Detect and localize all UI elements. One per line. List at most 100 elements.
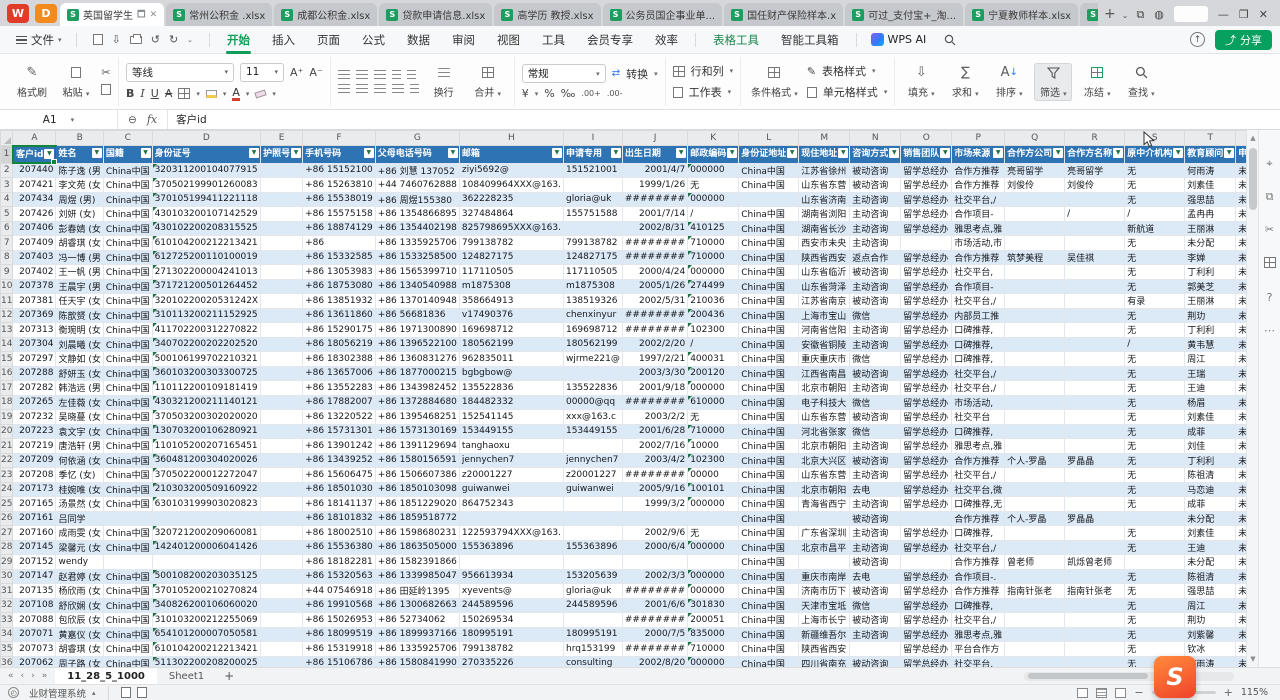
- cell-style-button[interactable]: 单元格样式▾: [807, 84, 888, 100]
- column-header-A[interactable]: A: [13, 131, 56, 146]
- cell[interactable]: [261, 163, 303, 178]
- column-header-H[interactable]: H: [459, 131, 563, 146]
- cell[interactable]: 153205639: [563, 569, 622, 584]
- cell[interactable]: China中国: [103, 381, 152, 396]
- cell[interactable]: 无: [1125, 439, 1185, 454]
- cell[interactable]: 平台合作方: [952, 642, 1005, 657]
- cell[interactable]: 00000@qq: [563, 395, 622, 410]
- cell[interactable]: 舒欣娴 (女: [56, 598, 103, 613]
- cell[interactable]: 王晨宇 (男: [56, 279, 103, 294]
- cell[interactable]: 274499: [688, 279, 739, 294]
- cell[interactable]: 210303200509160922: [152, 482, 261, 497]
- column-header-J[interactable]: J: [622, 131, 687, 146]
- cell[interactable]: 340702200202202520: [152, 337, 261, 352]
- menu-tab-页面[interactable]: 页面: [306, 28, 351, 52]
- cell[interactable]: 未分配: [1236, 540, 1246, 555]
- cell[interactable]: 山东省菏泽: [799, 279, 850, 294]
- cell[interactable]: 340826200106060020: [152, 598, 261, 613]
- cell[interactable]: +86 13053983: [303, 265, 376, 280]
- cell[interactable]: 1997/2/21: [622, 352, 687, 367]
- cell[interactable]: 654101200007050581: [152, 627, 261, 642]
- cell[interactable]: 207152: [13, 555, 56, 570]
- cell[interactable]: 包欣辰 (女: [56, 613, 103, 628]
- cell[interactable]: ########: [622, 468, 687, 483]
- cell[interactable]: +86 1360831276: [375, 352, 459, 367]
- cell[interactable]: 2005/9/16: [622, 482, 687, 497]
- table-header-cell[interactable]: 教育顾问▼: [1185, 146, 1236, 164]
- cell[interactable]: 310113200211152925: [152, 308, 261, 323]
- cell[interactable]: 360481200304020026: [152, 453, 261, 468]
- cell[interactable]: China中国: [739, 294, 799, 309]
- cell[interactable]: 袁文宇 (女: [56, 424, 103, 439]
- cell[interactable]: /: [688, 337, 739, 352]
- cell[interactable]: 未分配: [1236, 192, 1246, 207]
- cell[interactable]: 无: [1125, 424, 1185, 439]
- table-header-cell[interactable]: 邮政编码▼: [688, 146, 739, 164]
- cell[interactable]: 000000: [688, 497, 739, 512]
- cell[interactable]: ########: [622, 323, 687, 338]
- paste-button[interactable]: 粘贴 ▾: [57, 63, 95, 101]
- document-tab[interactable]: S可过_支付宝+_淘...: [845, 3, 963, 26]
- add-sheet-button[interactable]: +: [216, 669, 242, 683]
- cell[interactable]: 口碑推荐,: [952, 526, 1005, 541]
- cell[interactable]: 强思喆: [1185, 192, 1236, 207]
- row-header-17[interactable]: 17: [1, 381, 13, 396]
- cell[interactable]: 留学总经办: [901, 279, 952, 294]
- cell[interactable]: China中国: [739, 468, 799, 483]
- filter-dropdown-icon[interactable]: ▼: [249, 148, 259, 158]
- cell[interactable]: 未分配: [1236, 163, 1246, 178]
- cell[interactable]: China中国: [739, 584, 799, 599]
- cell[interactable]: 留学总经办: [901, 410, 952, 425]
- cell[interactable]: China中国: [739, 395, 799, 410]
- cell[interactable]: China中国: [739, 453, 799, 468]
- cell[interactable]: 未分配: [1236, 294, 1246, 309]
- cell[interactable]: 指南针张老: [1065, 584, 1125, 599]
- cell[interactable]: ########: [622, 308, 687, 323]
- cell[interactable]: 未分配: [1236, 497, 1246, 512]
- column-header-N[interactable]: N: [850, 131, 901, 146]
- cell[interactable]: 李文苑 (女: [56, 178, 103, 193]
- table-style-button[interactable]: ✎ 表格样式▾: [807, 63, 888, 79]
- cell[interactable]: China中国: [103, 163, 152, 178]
- cell[interactable]: tanghaoxu: [459, 439, 563, 454]
- table-header-cell[interactable]: 手机号码▼: [303, 146, 376, 164]
- filter-dropdown-icon[interactable]: ▼: [1053, 148, 1063, 158]
- cell[interactable]: 微信: [850, 308, 901, 323]
- align-right-icon[interactable]: [374, 84, 386, 93]
- cell[interactable]: [1065, 323, 1125, 338]
- cell[interactable]: ziyi5692@: [459, 163, 563, 178]
- cell[interactable]: 上海市长宁: [799, 613, 850, 628]
- cell[interactable]: +86 1580156591: [375, 453, 459, 468]
- cell[interactable]: +86 田延岭1395: [375, 584, 459, 599]
- cell[interactable]: +86: [303, 236, 376, 251]
- cell[interactable]: 000000: [688, 381, 739, 396]
- cell[interactable]: China中国: [103, 352, 152, 367]
- table-header-cell[interactable]: 姓名▼: [56, 146, 103, 164]
- cell[interactable]: z20001227: [459, 468, 563, 483]
- row-header-6[interactable]: 6: [1, 221, 13, 236]
- cell[interactable]: 未分配: [1236, 511, 1246, 526]
- cell[interactable]: 未分配: [1236, 642, 1246, 657]
- filter-dropdown-icon[interactable]: ▼: [1173, 148, 1183, 158]
- cell[interactable]: +86 15026953: [303, 613, 376, 628]
- cell[interactable]: 罗晶晶: [1065, 511, 1125, 526]
- column-header-K[interactable]: K: [688, 131, 739, 146]
- cell[interactable]: [261, 410, 303, 425]
- freeze-button[interactable]: 冻结 ▾: [1078, 63, 1116, 101]
- cell[interactable]: 被动咨询: [850, 613, 901, 628]
- cell[interactable]: [563, 613, 622, 628]
- cell[interactable]: 留学总经办: [901, 424, 952, 439]
- cell[interactable]: [1065, 279, 1125, 294]
- cell[interactable]: 000000: [688, 265, 739, 280]
- cell[interactable]: 季忆 (女): [56, 468, 103, 483]
- cell[interactable]: +86 1300682663: [375, 598, 459, 613]
- cell[interactable]: 未分配: [1185, 555, 1236, 570]
- filter-dropdown-icon[interactable]: ▼: [141, 148, 151, 158]
- cell[interactable]: China中国: [739, 656, 799, 667]
- cell[interactable]: 207421: [13, 178, 56, 193]
- cell[interactable]: China中国: [739, 207, 799, 222]
- normal-view-icon[interactable]: [1077, 688, 1088, 698]
- cell[interactable]: [563, 221, 622, 236]
- cell[interactable]: 留学总经办: [901, 642, 952, 657]
- cell[interactable]: China中国: [103, 294, 152, 309]
